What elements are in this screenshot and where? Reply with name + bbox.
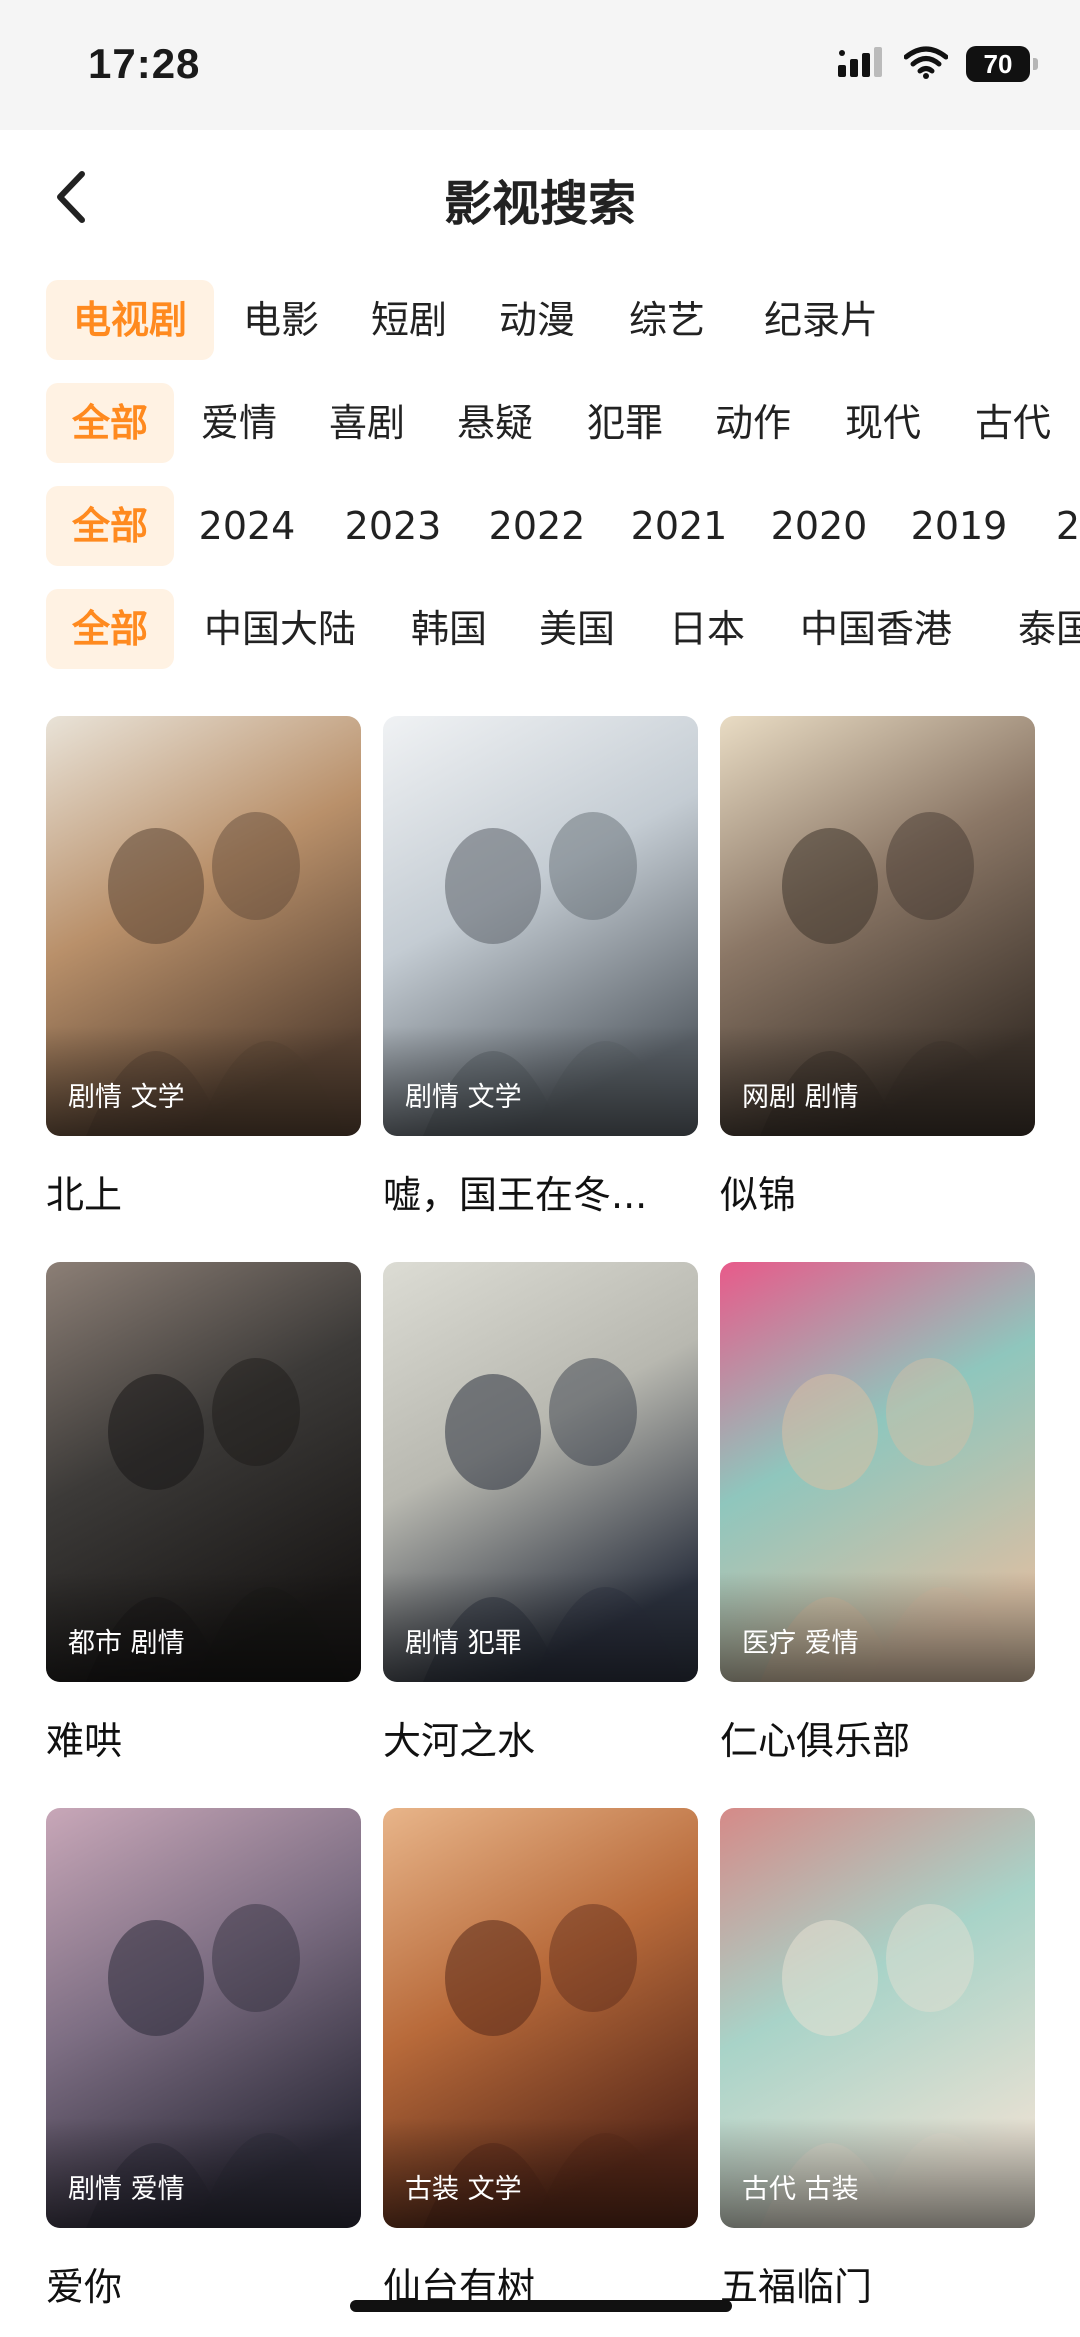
filter-chip-types[interactable]: 短剧 [360,280,458,360]
poster-image[interactable]: 剧情 文学 [46,716,361,1136]
genre-tags: 网剧 剧情 [742,1082,859,1113]
result-card[interactable]: 剧情 文学北上 [46,716,361,1219]
result-card[interactable]: 剧情 爱情爱你 [46,1808,361,2311]
filter-chip-years[interactable]: 20 [1040,486,1080,566]
filter-chip-genres[interactable]: 喜剧 [318,383,416,463]
result-title[interactable]: 仁心俱乐部 [720,1710,1035,1765]
result-title[interactable]: 难哄 [46,1710,361,1765]
filter-chip-years[interactable]: 2022 [480,486,594,566]
result-card[interactable]: 剧情 文学嘘，国王在冬... [383,716,698,1219]
filter-chip-regions[interactable]: 美国 [528,589,626,669]
status-time: 17:28 [88,40,201,87]
filter-chip-types[interactable]: 电视剧 [46,280,214,360]
filter-chip-genres[interactable]: 爱情 [190,383,288,463]
filter-row-year: 全部2024 2023 2022 2021 2020 2019 20 [0,486,1080,566]
result-title[interactable]: 北上 [46,1164,361,1219]
genre-tags: 剧情 犯罪 [405,1628,522,1659]
genre-tags: 医疗 爱情 [742,1628,859,1659]
result-card[interactable]: 古装 文学 仙台有树 [383,1808,698,2311]
poster-image[interactable]: 医疗 爱情 [720,1262,1035,1682]
result-card[interactable]: 古代 古装五福临门 [720,1808,1035,2311]
poster-image[interactable]: 剧情 爱情 [46,1808,361,2228]
filter-chip-types[interactable]: 电影 [232,280,330,360]
result-title[interactable]: 大河之水 [383,1710,698,1765]
result-title[interactable]: 五福临门 [720,2256,1035,2311]
filter-chip-genres[interactable]: 现代 [834,383,932,463]
result-title[interactable]: 似锦 [720,1164,1035,1219]
filter-chip-genres[interactable]: 犯罪 [576,383,674,463]
filter-chip-regions[interactable]: 全部 [46,589,174,669]
filter-chip-regions[interactable]: 日本 [658,589,756,669]
filter-chip-genres[interactable]: 悬疑 [446,383,544,463]
poster-image[interactable]: 剧情 文学 [383,716,698,1136]
filter-row-region: 全部 中国大陆 韩国 美国 日本 中国香港 泰国 [0,589,1080,669]
filter-chip-genres[interactable]: 古代 [964,383,1062,463]
home-indicator [350,2300,732,2312]
filter-chip-genres[interactable]: 全部 [46,383,174,463]
filter-chip-genres[interactable]: 动作 [704,383,802,463]
nav-bar: 影视搜索 [0,130,1080,260]
filter-chip-regions[interactable]: 中国香港 [786,589,966,669]
genre-tags: 都市 剧情 [68,1628,185,1659]
result-title[interactable]: 嘘，国王在冬... [383,1164,698,1219]
filter-chip-regions[interactable]: 泰国 [996,589,1080,669]
poster-image[interactable]: 网剧 剧情 [720,716,1035,1136]
genre-tags: 古代 古装 [742,2174,859,2205]
filter-chip-types[interactable]: 综艺 [618,280,716,360]
filter-row-genre: 全部 爱情 喜剧 悬疑 犯罪 动作 现代 古代 [0,383,1080,463]
result-card[interactable]: 都市 剧情难哄 [46,1262,361,1765]
genre-tags: 剧情 文学 [68,1082,185,1113]
result-card[interactable]: 医疗 爱情仁心俱乐部 [720,1262,1035,1765]
filter-row-type: 电视剧 电影 短剧 动漫 综艺 纪录片 [0,280,1080,360]
genre-tags: 剧情 爱情 [68,2174,185,2205]
filter-chip-years[interactable]: 2019 [902,486,1016,566]
filter-chip-years[interactable]: 2024 [190,486,304,566]
filter-chip-regions[interactable]: 中国大陆 [190,589,370,669]
result-card[interactable]: 网剧 剧情似锦 [720,716,1035,1219]
wifi-icon [903,45,949,83]
signal-icon [838,45,886,83]
genre-tags: 剧情 文学 [405,1082,522,1113]
filter-chip-years[interactable]: 2020 [762,486,876,566]
page-title: 影视搜索 [443,176,636,232]
filter-chip-types[interactable]: 纪录片 [746,280,896,360]
result-card[interactable]: 剧情 犯罪大河之水 [383,1262,698,1765]
poster-image[interactable]: 剧情 犯罪 [383,1262,698,1682]
filter-chip-regions[interactable]: 韩国 [400,589,498,669]
result-title[interactable]: 爱你 [46,2256,361,2311]
filter-chip-years[interactable]: 2021 [622,486,736,566]
filter-chip-years[interactable]: 全部 [46,486,174,566]
status-icons: 70 [838,44,1038,84]
status-bar: 17:28 70 [0,0,1080,130]
filter-chip-types[interactable]: 动漫 [488,280,586,360]
poster-image[interactable]: 都市 剧情 [46,1262,361,1682]
battery-icon: 70 [966,46,1038,82]
genre-tags: 古装 文学 [405,2174,522,2205]
poster-image[interactable]: 古装 文学 [383,1808,698,2228]
poster-image[interactable]: 古代 古装 [720,1808,1035,2228]
filter-chip-years[interactable]: 2023 [336,486,450,566]
